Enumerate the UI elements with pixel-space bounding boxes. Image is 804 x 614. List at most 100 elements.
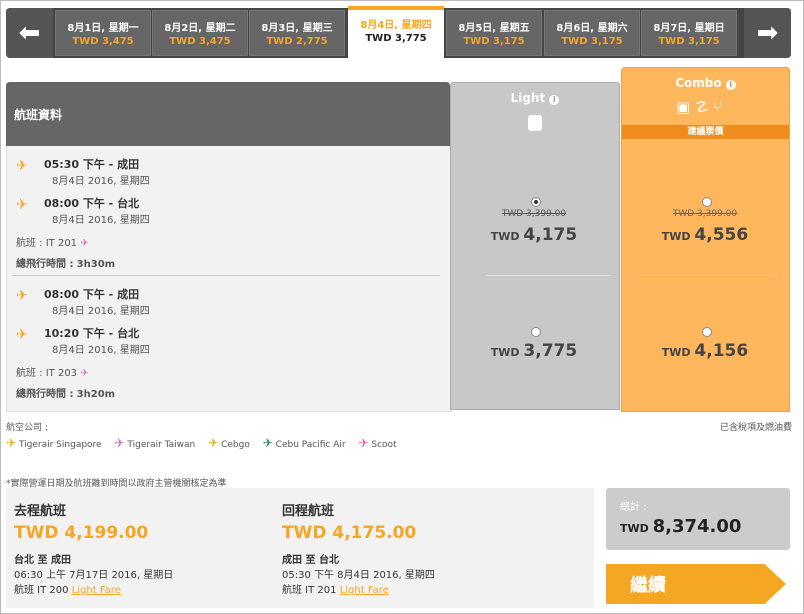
duration-label: 總飛行時間 :	[16, 259, 74, 270]
date-tab-3[interactable]: 8月3日, 星期三 TWD 2,775	[249, 10, 345, 56]
date-tab-6[interactable]: 8月6日, 星期六 TWD 3,175	[544, 10, 640, 56]
date-price: TWD 3,475	[72, 36, 134, 47]
divider	[486, 275, 611, 276]
date-price: TWD 3,175	[658, 36, 720, 47]
arrival-time: 10:20 下午 - 台北	[44, 327, 140, 340]
light-fare-column: Light i TWD 3,399.00 TWD 4,175 TWD 3,775	[450, 82, 620, 410]
airlines-label: 航空公司 :	[6, 423, 48, 433]
departure-time: 08:00 下午 - 成田	[44, 288, 140, 301]
light-label: Light	[510, 91, 546, 105]
outbound-title: 去程航班	[14, 504, 67, 519]
prev-dates-arrow-icon[interactable]: ⬅	[6, 8, 53, 58]
combo-price-1: TWD 4,556	[661, 225, 749, 245]
total-box: 總計 : TWD 8,374.00	[606, 488, 790, 550]
departure-date: 8月4日 2016, 星期四	[52, 306, 150, 317]
airline-name: Tigerair Taiwan	[127, 440, 196, 450]
date-label: 8月5日, 星期五	[458, 23, 530, 34]
combo-original-price: TWD 3,399.00	[672, 209, 738, 219]
inbound-summary: 回程航班 TWD 4,175.00 成田 至 台北 05:30 下午 8月4日 …	[282, 500, 435, 596]
combo-fare-column: Combo i ▣ ☡ ⑂ 建議票價 TWD 3,399.00 TWD 4,55…	[621, 67, 790, 412]
airline-name: Cebu Pacific Air	[275, 440, 346, 450]
outbound-route: 台北 至 成田	[14, 555, 71, 566]
duration-label: 總飛行時間 :	[16, 389, 74, 400]
total-value: TWD 8,374.00	[620, 516, 742, 537]
airline-name: Scoot	[371, 440, 397, 450]
airline-name: Cebgo	[221, 440, 250, 450]
date-price: TWD 3,175	[463, 36, 525, 47]
date-tab-4-active[interactable]: 8月4日, 星期四 TWD 3,775	[348, 6, 444, 58]
bag-seat-meal-icons: ▣ ☡ ⑂	[676, 98, 723, 116]
date-tab-1[interactable]: 8月1日, 星期一 TWD 3,475	[55, 10, 151, 56]
flight-info-header: 航班資料	[6, 82, 450, 146]
flight-option-2: ✈ 08:00 下午 - 成田 8月4日 2016, 星期四 ✈ 10:20 下午 …	[16, 286, 176, 400]
tigerair-taiwan-icon: ✈	[80, 368, 89, 379]
date-price: TWD 3,775	[365, 33, 427, 44]
light-fare-radio-1[interactable]	[531, 197, 541, 207]
info-icon[interactable]: i	[549, 95, 560, 105]
duration: 3h30m	[76, 259, 116, 270]
light-price-2: TWD 3,775	[490, 341, 578, 361]
cebgo-icon: ✈	[208, 436, 219, 450]
divider	[637, 275, 777, 276]
tigerair-taiwan-icon: ✈	[80, 238, 89, 249]
booking-summary: 去程航班 TWD 4,199.00 台北 至 成田 06:30 上午 7月17日…	[6, 488, 594, 608]
airline-name: Tigerair Singapore	[18, 440, 102, 450]
next-dates-arrow-icon[interactable]: ➡	[744, 8, 791, 58]
arrival-plane-icon: ✈	[16, 327, 28, 343]
inbound-time: 05:30 下午 8月4日 2016, 星期四	[282, 570, 435, 581]
date-price: TWD 3,475	[169, 36, 231, 47]
recommended-badge: 建議票價	[622, 125, 789, 139]
inbound-fare-link[interactable]: Light Fare	[340, 585, 389, 596]
tigerair-taiwan-icon: ✈	[114, 436, 125, 450]
flight-number: 航班 : IT 203	[16, 368, 78, 379]
combo-fare-radio-1[interactable]	[702, 197, 712, 207]
cebu-pacific-icon: ✈	[262, 436, 273, 450]
light-fare-radio-2[interactable]	[531, 327, 541, 337]
tax-note: 已含稅項及燃油費	[720, 423, 793, 433]
flight-number: 航班 : IT 201	[16, 238, 78, 249]
date-selector: ⬅ 8月1日, 星期一 TWD 3,475 8月2日, 星期二 TWD 3,47…	[6, 6, 791, 58]
duration: 3h20m	[76, 389, 116, 400]
airlines-legend: ✈ Tigerair Singapore ✈ Tigerair Taiwan ✈…	[6, 436, 407, 450]
light-price-1: TWD 4,175	[490, 225, 578, 245]
date-tab-7[interactable]: 8月7日, 星期日 TWD 3,175	[641, 10, 737, 56]
inbound-amount: TWD 4,175.00	[282, 523, 417, 543]
departure-plane-icon: ✈	[16, 288, 28, 304]
combo-label: Combo	[675, 76, 722, 90]
date-label: 8月1日, 星期一	[67, 23, 139, 34]
date-tab-2[interactable]: 8月2日, 星期二 TWD 3,475	[152, 10, 248, 56]
arrival-date: 8月4日 2016, 星期四	[52, 345, 150, 356]
light-original-price: TWD 3,399.00	[501, 209, 567, 219]
combo-price-2: TWD 4,156	[661, 341, 749, 361]
combo-fare-radio-2[interactable]	[702, 327, 712, 337]
flight-option-1: ✈ 05:30 下午 - 成田 8月4日 2016, 星期四 ✈ 08:00 下午 …	[16, 156, 176, 270]
date-label: 8月2日, 星期二	[164, 23, 236, 34]
departure-time: 05:30 下午 - 成田	[44, 158, 140, 171]
date-tab-5[interactable]: 8月5日, 星期五 TWD 3,175	[446, 10, 542, 56]
outbound-time: 06:30 上午 7月17日 2016, 星期日	[14, 570, 174, 581]
arrival-time: 08:00 下午 - 台北	[44, 197, 140, 210]
tigerair-singapore-icon: ✈	[6, 436, 17, 450]
divider	[12, 275, 440, 276]
inbound-route: 成田 至 台北	[282, 555, 339, 566]
date-price: TWD 3,175	[561, 36, 623, 47]
arrival-plane-icon: ✈	[16, 197, 28, 213]
outbound-flight: 航班 IT 200	[14, 585, 69, 596]
date-label: 8月3日, 星期三	[261, 23, 333, 34]
outbound-fare-link[interactable]: Light Fare	[72, 585, 121, 596]
total-label: 總計 :	[620, 502, 647, 513]
info-icon[interactable]: i	[725, 80, 736, 90]
inbound-title: 回程航班	[282, 504, 335, 519]
scoot-icon: ✈	[358, 436, 369, 450]
departure-date: 8月4日 2016, 星期四	[52, 176, 150, 187]
continue-button[interactable]: 繼續	[606, 564, 786, 604]
date-label: 8月4日, 星期四	[360, 20, 432, 31]
outbound-amount: TWD 4,199.00	[14, 523, 149, 543]
date-label: 8月6日, 星期六	[556, 23, 628, 34]
arrival-date: 8月4日 2016, 星期四	[52, 215, 150, 226]
date-price: TWD 2,775	[266, 36, 328, 47]
departure-plane-icon: ✈	[16, 158, 28, 174]
carry-on-bag-icon	[528, 115, 542, 131]
flight-info-title: 航班資料	[14, 108, 63, 122]
date-label: 8月7日, 星期日	[653, 23, 725, 34]
